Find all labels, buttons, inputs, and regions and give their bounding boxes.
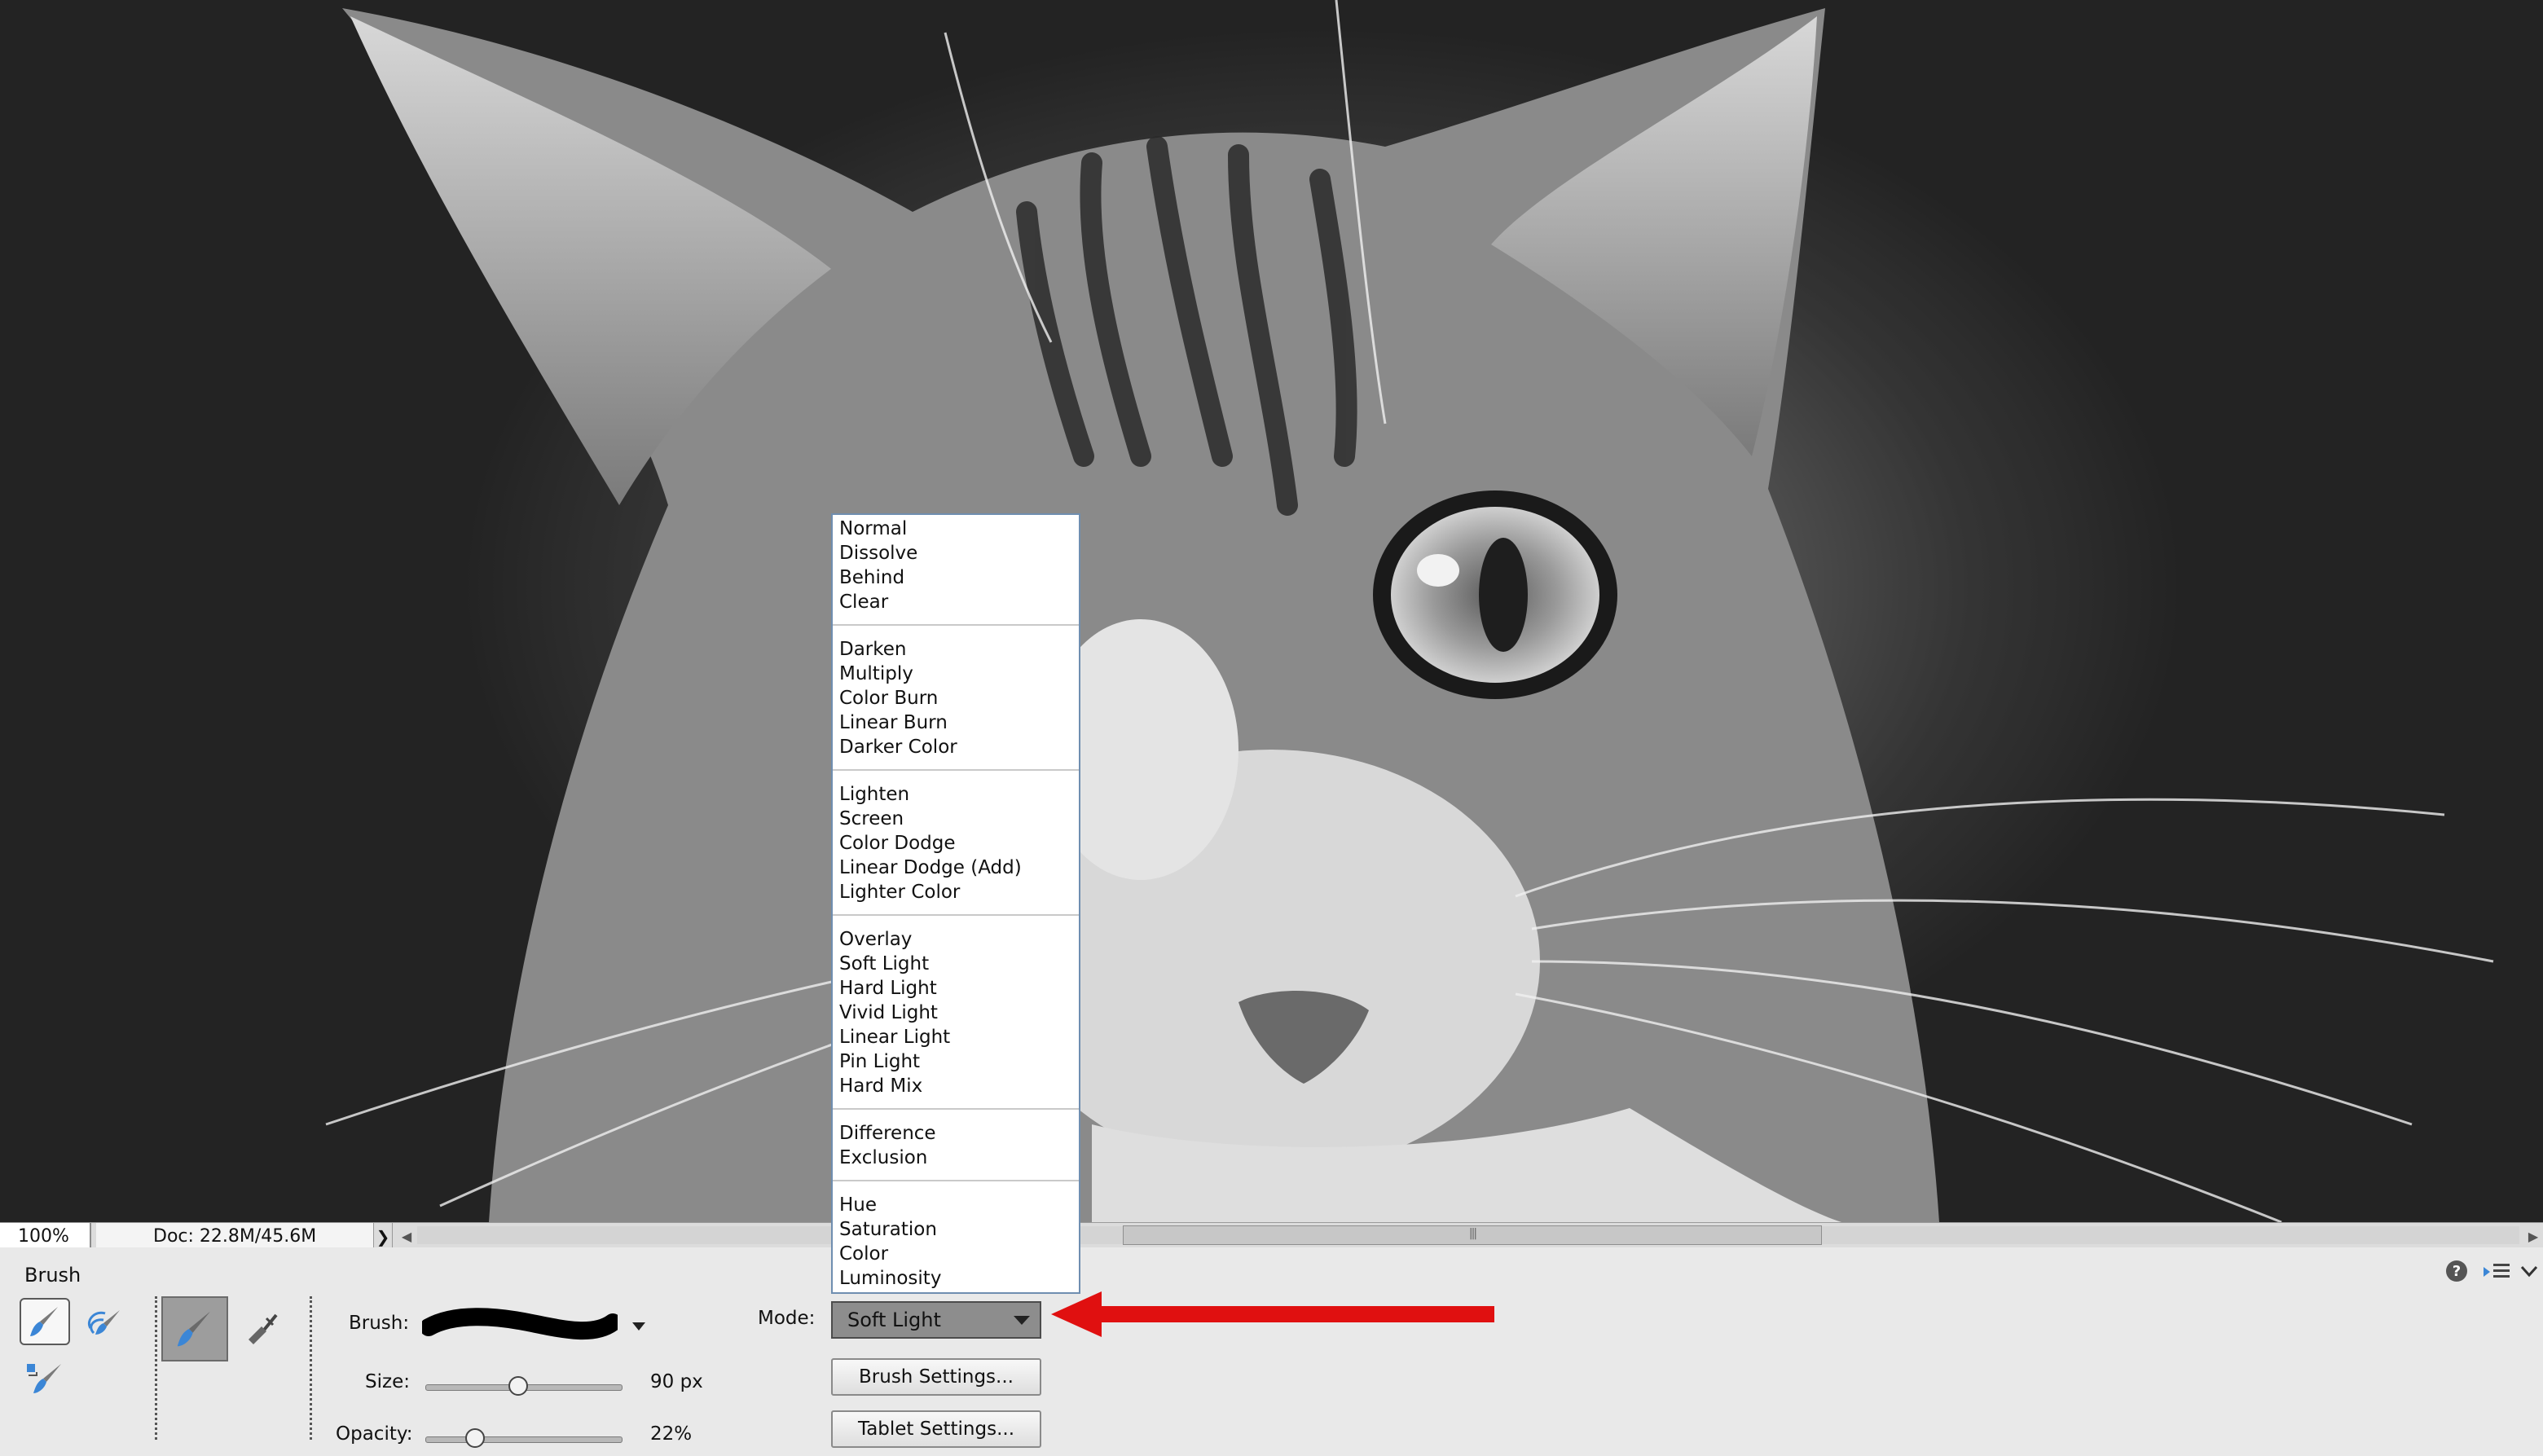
blend-mode-option[interactable]: Linear Burn — [839, 710, 1079, 735]
zoom-level[interactable]: 100% — [0, 1223, 91, 1247]
chevron-down-icon[interactable] — [2519, 1259, 2539, 1283]
blend-mode-option[interactable]: Clear — [839, 590, 1079, 614]
impressionist-brush-button[interactable] — [78, 1300, 129, 1347]
blend-mode-option[interactable]: Overlay — [839, 927, 1079, 952]
blend-mode-group: Lighten Screen Color Dodge Linear Dodge (Ad… — [833, 771, 1079, 916]
blend-mode-group: Difference Exclusion — [833, 1110, 1079, 1181]
blend-mode-option[interactable]: Saturation — [839, 1217, 1079, 1242]
divider — [310, 1296, 312, 1440]
brush-icon — [30, 1307, 58, 1336]
color-replacement-brush-button[interactable] — [20, 1355, 70, 1402]
panel-menu-icon[interactable] — [2482, 1259, 2511, 1283]
blend-mode-option[interactable]: Pin Light — [839, 1049, 1079, 1074]
airbrush-icon — [249, 1313, 278, 1344]
brush-preset-picker[interactable] — [422, 1304, 618, 1347]
color-replacement-icon — [27, 1364, 61, 1393]
size-label: Size: — [365, 1371, 410, 1392]
blend-mode-option[interactable]: Exclusion — [839, 1146, 1079, 1170]
blend-mode-option[interactable]: Color Dodge — [839, 831, 1079, 856]
blend-mode-option[interactable]: Soft Light — [839, 952, 1079, 976]
blend-mode-option[interactable]: Dissolve — [839, 541, 1079, 565]
chevron-down-icon[interactable] — [632, 1322, 645, 1331]
blend-mode-option[interactable]: Darker Color — [839, 735, 1079, 759]
blend-mode-option[interactable]: Luminosity — [839, 1266, 1079, 1291]
blend-mode-option[interactable]: Color — [839, 1242, 1079, 1266]
chevron-down-icon[interactable] — [1014, 1316, 1030, 1325]
size-slider[interactable] — [425, 1376, 623, 1396]
blend-mode-option[interactable]: Linear Dodge (Add) — [839, 856, 1079, 880]
scroll-left-arrow-icon[interactable]: ◀ — [398, 1223, 416, 1247]
image-canvas[interactable] — [0, 0, 2543, 1222]
document-size-info: Doc: 22.8M/45.6M — [96, 1223, 373, 1247]
blend-mode-option[interactable]: Lighten — [839, 782, 1079, 807]
blend-mode-option[interactable]: Behind — [839, 565, 1079, 590]
blend-mode-group: Hue Saturation Color Luminosity — [833, 1181, 1079, 1291]
blend-mode-selected-value: Soft Light — [847, 1309, 941, 1331]
cat-photo — [0, 0, 2543, 1222]
blend-mode-option[interactable]: Hard Mix — [839, 1074, 1079, 1098]
opacity-slider-handle[interactable] — [464, 1428, 485, 1448]
blend-mode-option[interactable]: Darken — [839, 637, 1079, 662]
blend-mode-option[interactable]: Lighter Color — [839, 880, 1079, 904]
brush-tool-button[interactable] — [20, 1298, 70, 1345]
blend-mode-option[interactable]: Hard Light — [839, 976, 1079, 1001]
impressionist-brush-icon — [88, 1310, 120, 1335]
airbrush-mode-button[interactable] — [236, 1306, 287, 1353]
help-icon[interactable]: ? — [2444, 1259, 2469, 1283]
scroll-right-arrow-icon[interactable]: ▶ — [2524, 1223, 2542, 1247]
tablet-settings-button[interactable]: Tablet Settings... — [831, 1410, 1041, 1448]
opacity-value[interactable]: 22% — [650, 1423, 692, 1445]
blend-mode-option[interactable]: Screen — [839, 807, 1079, 831]
blend-mode-dropdown-list[interactable]: Normal Dissolve Behind Clear Darken Multiply C… — [831, 513, 1080, 1294]
blend-mode-option[interactable]: Multiply — [839, 662, 1079, 686]
brush-label: Brush: — [349, 1313, 410, 1334]
blend-mode-group: Darken Multiply Color Burn Linear Burn Darke… — [833, 626, 1079, 771]
blend-mode-group: Normal Dissolve Behind Clear — [833, 515, 1079, 626]
blend-mode-option[interactable]: Normal — [839, 517, 1079, 541]
status-bar: 100% Doc: 22.8M/45.6M ❯ ◀ ||| ▶ — [0, 1222, 2543, 1248]
horizontal-scrollbar-thumb[interactable]: ||| — [1123, 1225, 1822, 1245]
brush-settings-button[interactable]: Brush Settings... — [831, 1358, 1041, 1396]
blend-mode-option[interactable]: Linear Light — [839, 1025, 1079, 1049]
brush-icon — [177, 1311, 210, 1347]
svg-text:?: ? — [2453, 1263, 2461, 1280]
mode-label: Mode: — [758, 1308, 816, 1329]
opacity-label: Opacity: — [336, 1423, 413, 1445]
brush-mode-button[interactable] — [161, 1296, 228, 1361]
opacity-slider[interactable] — [425, 1428, 623, 1448]
blend-mode-option[interactable]: Vivid Light — [839, 1001, 1079, 1025]
status-info-menu-button[interactable]: ❯ — [373, 1223, 393, 1247]
blend-mode-option[interactable]: Difference — [839, 1121, 1079, 1146]
blend-mode-group: Overlay Soft Light Hard Light Vivid Light Li… — [833, 916, 1079, 1110]
blend-mode-select[interactable]: Soft Light — [831, 1301, 1041, 1339]
annotation-arrow — [1051, 1291, 1494, 1337]
size-slider-handle[interactable] — [508, 1376, 528, 1396]
tool-options-panel: Brush Brush: Size: 90 px Opacity: 22% Mo… — [0, 1247, 2543, 1456]
blend-mode-option[interactable]: Color Burn — [839, 686, 1079, 710]
size-value[interactable]: 90 px — [650, 1371, 703, 1392]
divider — [155, 1296, 157, 1440]
tool-name: Brush — [24, 1264, 81, 1287]
blend-mode-option[interactable]: Hue — [839, 1193, 1079, 1217]
